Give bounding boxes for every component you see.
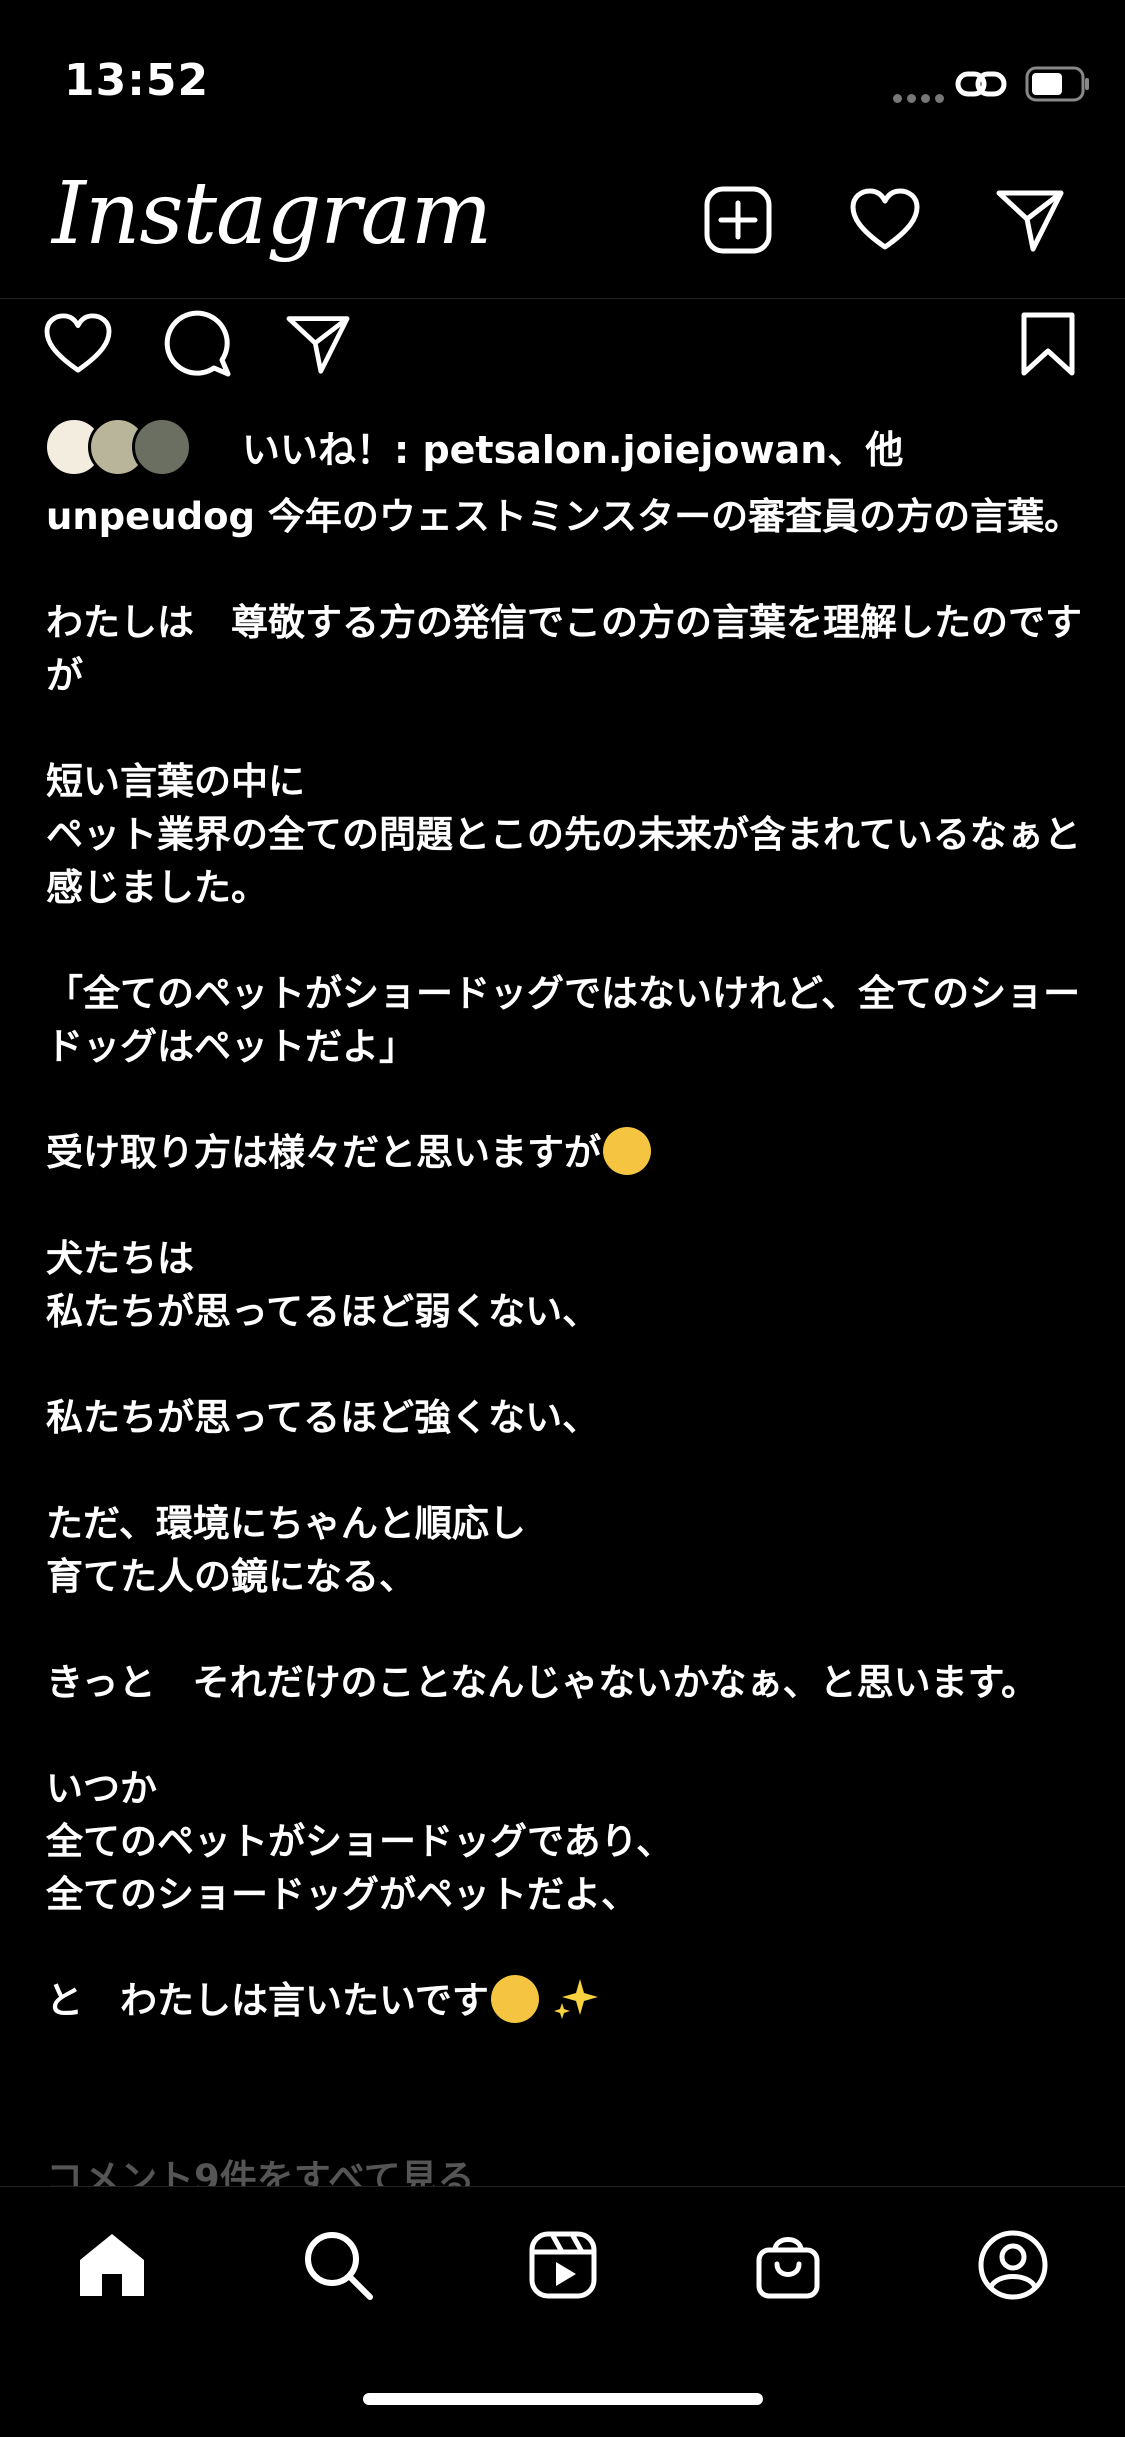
caption-line — [46, 1709, 1086, 1762]
caption-line: 犬たちは — [46, 1237, 194, 1280]
likes-text: いいね！: petsalon.joiejowan、他 — [242, 419, 903, 474]
likes-row[interactable]: いいね！: petsalon.joiejowan、他 — [44, 410, 903, 482]
tab-search[interactable] — [290, 2217, 386, 2313]
relieved-face-emoji — [603, 1127, 651, 1175]
direct-message-button[interactable] — [990, 180, 1070, 260]
like-button[interactable] — [40, 306, 116, 382]
caption-line: 短い言葉の中に — [46, 760, 305, 803]
caption-line: ペット業界の全ての問題とこの先の未来が含まれているなぁと感じました。 — [46, 813, 1081, 909]
caption-line — [46, 1444, 1086, 1497]
liker-avatars — [44, 417, 194, 477]
save-button[interactable] — [1010, 306, 1086, 382]
instagram-logo[interactable]: Instagram — [52, 164, 492, 264]
status-time: 13:52 — [64, 55, 210, 106]
caption-line: ただ、環境にちゃんと順応し — [46, 1502, 526, 1545]
reels-icon — [529, 2231, 597, 2299]
battery-icon — [1025, 66, 1089, 102]
app-header: Instagram — [0, 160, 1125, 299]
caption-line — [46, 914, 1086, 967]
comment-icon — [164, 310, 231, 377]
tab-reels[interactable] — [515, 2217, 611, 2313]
home-indicator[interactable] — [363, 2393, 763, 2405]
caption-username[interactable]: unpeudog — [46, 495, 255, 538]
caption-line — [46, 1921, 1086, 1974]
tab-profile[interactable] — [965, 2217, 1061, 2313]
post-caption: unpeudog 今年のウェストミンスターの審査員の方の言葉。 わたしは 尊敬す… — [46, 490, 1086, 2027]
likes-suffix: 、他 — [827, 427, 904, 472]
caption-line — [46, 1338, 1086, 1391]
caption-line: きっと それだけのことなんじゃないかなぁ、と思います。 — [46, 1661, 1038, 1704]
caption-line: 受け取り方は様々だと思いますが — [46, 1131, 601, 1174]
caption-line: と わたしは言いたいです — [46, 1979, 489, 2022]
caption-line — [46, 702, 1086, 755]
share-button[interactable] — [280, 306, 356, 382]
caption-line: 育てた人の鏡になる、 — [46, 1555, 416, 1598]
caption-line — [46, 1073, 1086, 1126]
heart-icon — [850, 188, 920, 250]
caption-line: 今年のウェストミンスターの審査員の方の言葉。 — [267, 495, 1082, 538]
likes-username[interactable]: petsalon.joiejowan — [422, 428, 827, 472]
caption-line — [46, 543, 1086, 596]
direct-message-icon — [996, 190, 1064, 252]
caption-line — [46, 1603, 1086, 1656]
sparkles-icon — [553, 1979, 598, 2019]
tab-home[interactable] — [64, 2217, 160, 2313]
status-bar: 13:52 — [0, 0, 1125, 160]
comment-button[interactable] — [160, 306, 236, 382]
caption-line: 「全てのペットがショードッグではないけれど、全てのショードッグはペットだよ」 — [46, 972, 1081, 1068]
new-post-icon — [704, 186, 772, 254]
caption-line: わたしは 尊敬する方の発信でこの方の言葉を理解したのですが — [46, 601, 1082, 697]
caption-line: 私たちが思ってるほど弱くない、 — [46, 1290, 600, 1333]
shop-icon — [756, 2237, 820, 2299]
search-icon — [305, 2232, 373, 2300]
relieved-face-emoji — [490, 1975, 539, 2023]
signal-icon — [893, 88, 949, 107]
save-icon — [1021, 312, 1075, 376]
like-icon — [44, 313, 112, 373]
caption-line — [46, 1179, 1086, 1232]
avatar — [132, 417, 192, 477]
caption-line: 全てのペットがショードッグであり、 — [46, 1820, 674, 1863]
home-icon — [80, 2234, 144, 2296]
caption-line: いつか — [46, 1767, 157, 1810]
share-icon — [286, 316, 350, 374]
post-actions — [0, 302, 1125, 382]
new-post-button[interactable] — [698, 180, 778, 260]
activity-button[interactable] — [845, 180, 925, 260]
profile-icon — [978, 2230, 1048, 2300]
likes-prefix: いいね！: — [242, 427, 423, 472]
personal-hotspot-icon — [955, 71, 1007, 97]
caption-line: 全てのショードッグがペットだよ、 — [46, 1873, 638, 1916]
caption-line: 私たちが思ってるほど強くない、 — [46, 1396, 600, 1439]
tab-shop[interactable] — [740, 2217, 836, 2313]
